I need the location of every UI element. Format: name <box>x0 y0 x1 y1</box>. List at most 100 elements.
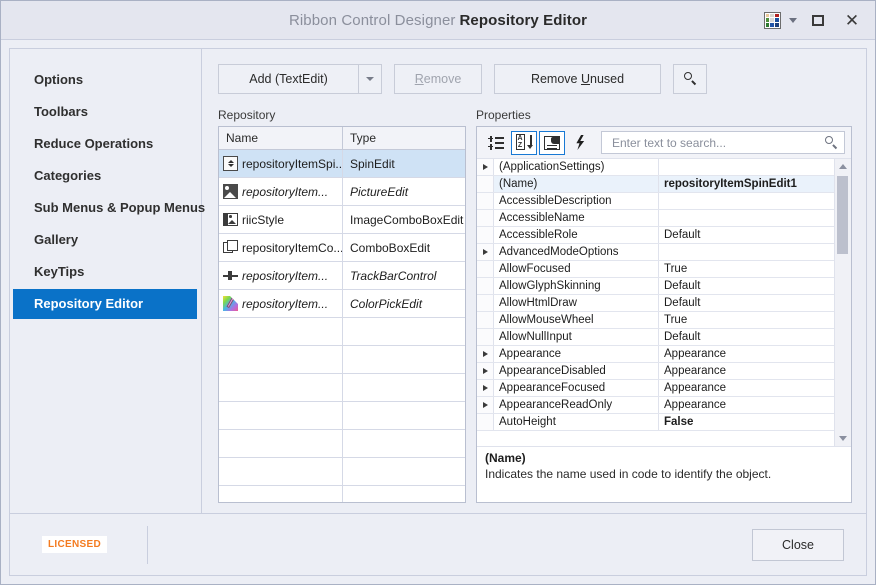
search-input[interactable] <box>610 134 825 151</box>
expand-toggle[interactable] <box>477 346 493 362</box>
property-row[interactable]: AllowGlyphSkinning Default <box>477 278 834 295</box>
property-value[interactable]: repositoryItemSpinEdit1 <box>659 176 834 192</box>
property-row[interactable]: AppearanceReadOnly Appearance <box>477 397 834 414</box>
remove-unused-label-rest: nused <box>590 71 625 86</box>
table-row-empty[interactable] <box>219 402 465 430</box>
property-value[interactable]: Default <box>659 295 834 311</box>
expand-toggle[interactable] <box>477 159 493 175</box>
table-row-empty[interactable] <box>219 318 465 346</box>
table-row[interactable]: repositoryItem... PictureEdit <box>219 178 465 206</box>
property-description-title: (Name) <box>485 451 526 465</box>
table-row[interactable]: repositoryItem... TrackBarControl <box>219 262 465 290</box>
repository-row-name-text: repositoryItemCo... <box>242 240 343 255</box>
expand-toggle[interactable] <box>477 397 493 413</box>
property-value[interactable]: Default <box>659 227 834 243</box>
events-button[interactable] <box>567 131 593 155</box>
expand-toggle[interactable] <box>477 244 493 260</box>
expand-spacer <box>477 193 493 209</box>
property-row[interactable]: Appearance Appearance <box>477 346 834 363</box>
categorized-sort-icon <box>488 135 504 150</box>
property-row[interactable]: AccessibleRole Default <box>477 227 834 244</box>
property-value[interactable]: True <box>659 312 834 328</box>
properties-box: AZ Enter text to search... (ApplicationS… <box>476 126 852 503</box>
search-button[interactable] <box>673 63 707 94</box>
property-row[interactable]: AllowNullInput Default <box>477 329 834 346</box>
repository-grid[interactable]: Name Type repositoryItemSpi... SpinEdit <box>218 126 466 503</box>
property-name: AllowMouseWheel <box>493 312 659 328</box>
property-row[interactable]: AppearanceFocused Appearance <box>477 380 834 397</box>
column-header-name[interactable]: Name <box>219 127 343 149</box>
sidebar-item-options[interactable]: Options <box>10 65 201 95</box>
search-icon <box>684 72 696 85</box>
expand-toggle[interactable] <box>477 363 493 379</box>
property-value[interactable]: Default <box>659 329 834 345</box>
property-description-pane: (Name) Indicates the name used in code t… <box>477 446 851 502</box>
add-button[interactable]: Add (TextEdit) <box>218 63 358 94</box>
column-header-type[interactable]: Type <box>343 127 465 149</box>
table-row-empty[interactable] <box>219 374 465 402</box>
property-value[interactable]: Appearance <box>659 363 834 379</box>
scrollbar-thumb[interactable] <box>837 176 848 254</box>
scroll-up-button[interactable] <box>835 159 851 174</box>
table-row[interactable]: repositoryItem... ColorPickEdit <box>219 290 465 318</box>
table-row-empty[interactable] <box>219 430 465 458</box>
table-row-empty[interactable] <box>219 458 465 486</box>
sidebar-item-keytips[interactable]: KeyTips <box>10 257 201 287</box>
property-value[interactable]: True <box>659 261 834 277</box>
property-value[interactable]: False <box>659 414 834 430</box>
properties-scrollbar[interactable] <box>834 159 851 446</box>
properties-page-button[interactable] <box>539 130 565 155</box>
remove-button[interactable]: Remove <box>394 63 482 94</box>
empty-name-cell <box>219 346 343 373</box>
skin-selector-button[interactable] <box>759 5 785 35</box>
scroll-down-button[interactable] <box>835 431 851 446</box>
property-value[interactable]: Appearance <box>659 397 834 413</box>
property-value[interactable]: Default <box>659 278 834 294</box>
skin-dropdown-button[interactable] <box>785 5 801 35</box>
property-row[interactable]: AccessibleName <box>477 210 834 227</box>
property-row[interactable]: AllowMouseWheel True <box>477 312 834 329</box>
property-row[interactable]: AdvancedModeOptions <box>477 244 834 261</box>
property-row[interactable]: AllowHtmlDraw Default <box>477 295 834 312</box>
table-row[interactable]: repositoryItemCo... ComboBoxEdit <box>219 234 465 262</box>
table-row[interactable]: repositoryItemSpi... SpinEdit <box>219 150 465 178</box>
restore-window-button[interactable] <box>801 5 835 35</box>
properties-search-box[interactable] <box>601 131 845 154</box>
property-value[interactable] <box>659 193 834 209</box>
repository-row-type-cell: ColorPickEdit <box>350 296 423 311</box>
property-value[interactable] <box>659 210 834 226</box>
expand-toggle[interactable] <box>477 380 493 396</box>
table-row[interactable]: riicStyle ImageComboBoxEdit <box>219 206 465 234</box>
chevron-right-icon <box>482 164 488 170</box>
sidebar-item-sub-menus-popup-menus[interactable]: Sub Menus & Popup Menus <box>10 193 205 223</box>
property-name: AppearanceFocused <box>493 380 659 396</box>
alphabetical-sort-button[interactable]: AZ <box>511 130 537 155</box>
remove-button-accesskey: R <box>414 71 424 86</box>
sidebar-item-repository-editor[interactable]: Repository Editor <box>13 289 197 319</box>
property-value[interactable]: Appearance <box>659 380 834 396</box>
repository-editor-window: Ribbon Control Designer Repository Editor… <box>0 0 876 585</box>
table-row-empty[interactable] <box>219 346 465 374</box>
property-row[interactable]: (Name) repositoryItemSpinEdit1 <box>477 176 834 193</box>
property-value[interactable] <box>659 244 834 260</box>
remove-unused-button[interactable]: Remove Unused <box>494 63 661 94</box>
property-value[interactable]: Appearance <box>659 346 834 362</box>
close-button[interactable]: Close <box>752 528 844 561</box>
property-row[interactable]: AutoHeight False <box>477 414 834 431</box>
table-row-empty[interactable] <box>219 486 465 502</box>
sidebar-item-toolbars[interactable]: Toolbars <box>10 97 201 127</box>
scrollbar-track[interactable] <box>835 174 851 431</box>
repository-row-name-cell: repositoryItem... <box>219 290 343 317</box>
property-row[interactable]: (ApplicationSettings) <box>477 159 834 176</box>
add-dropdown-button[interactable] <box>358 63 382 94</box>
property-row[interactable]: AppearanceDisabled Appearance <box>477 363 834 380</box>
chevron-right-icon <box>482 368 488 374</box>
close-window-button[interactable]: ✕ <box>835 5 869 35</box>
property-row[interactable]: AllowFocused True <box>477 261 834 278</box>
sidebar-item-reduce-operations[interactable]: Reduce Operations <box>10 129 201 159</box>
sidebar-item-gallery[interactable]: Gallery <box>10 225 201 255</box>
sidebar-item-categories[interactable]: Categories <box>10 161 201 191</box>
categorized-sort-button[interactable] <box>483 131 509 155</box>
property-value[interactable] <box>659 159 834 175</box>
property-row[interactable]: AccessibleDescription <box>477 193 834 210</box>
